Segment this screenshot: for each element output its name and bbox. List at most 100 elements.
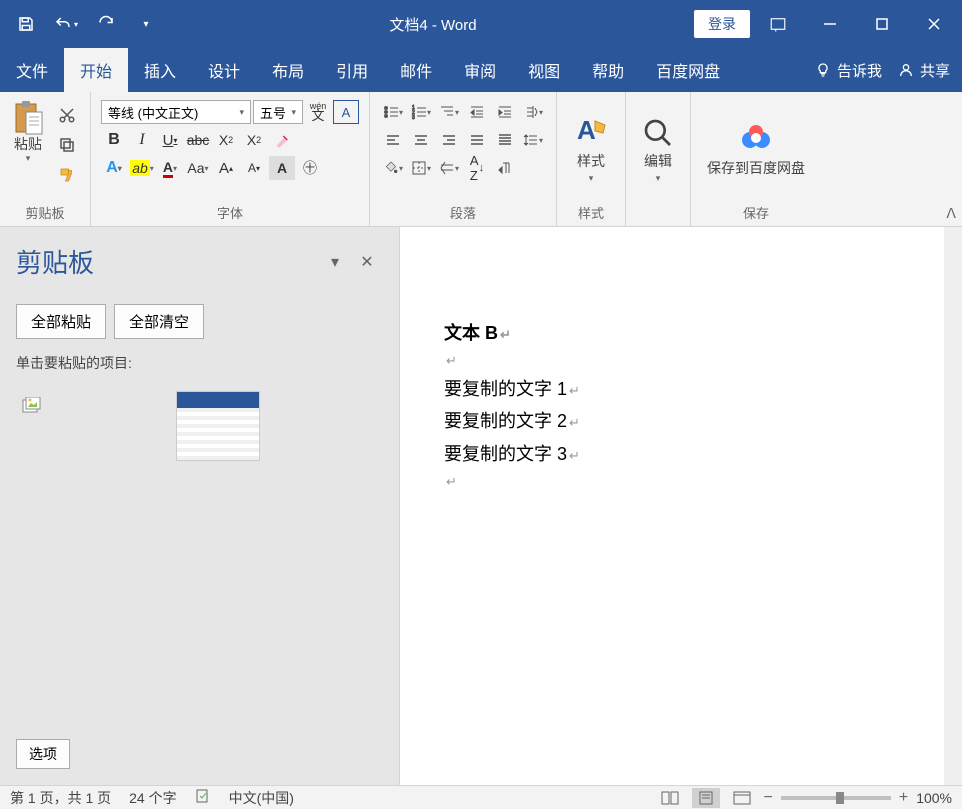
phonetic-guide-icon[interactable]: wén文 [305,100,331,124]
clipboard-hint: 单击要粘贴的项目: [16,353,383,373]
char-border-icon[interactable]: A [333,100,359,124]
tab-review[interactable]: 审阅 [448,48,512,92]
tellme-button[interactable]: 告诉我 [815,60,882,81]
tab-help[interactable]: 帮助 [576,48,640,92]
enclose-char-icon[interactable]: ㊉ [297,156,323,180]
line-spacing-icon[interactable]: ▾ [520,128,546,152]
undo-icon[interactable]: ▾ [48,6,84,42]
increase-indent-icon[interactable] [492,100,518,124]
status-proofing-icon[interactable] [195,788,211,807]
close-icon[interactable] [910,6,958,42]
align-justify-icon[interactable] [464,128,490,152]
tab-file[interactable]: 文件 [0,48,64,92]
group-font: 等线 (中文正文)▾ 五号▾ wén文 A B I U ▾ abc X2 X2 … [91,92,370,226]
tab-baidu[interactable]: 百度网盘 [640,48,736,92]
clipboard-item[interactable] [16,385,383,467]
collapse-ribbon-icon[interactable]: ᐱ [946,205,956,222]
save-icon[interactable] [8,6,44,42]
vertical-scrollbar[interactable] [944,227,962,785]
page: 文本 B↵ ↵ 要复制的文字 1↵ 要复制的文字 2↵ 要复制的文字 3↵ ↵ [420,247,962,493]
tab-home[interactable]: 开始 [64,48,128,92]
save-baidu-button[interactable]: 保存到百度网盘 [697,96,815,201]
borders-icon[interactable]: ▾ [408,156,434,180]
view-web-icon[interactable] [728,788,756,808]
decrease-indent-icon[interactable] [464,100,490,124]
paste-button[interactable]: 粘贴 ▾ [6,96,50,201]
font-color-icon[interactable]: A ▾ [157,156,183,180]
tab-insert[interactable]: 插入 [128,48,192,92]
tab-mailings[interactable]: 邮件 [384,48,448,92]
align-distributed-icon[interactable] [492,128,518,152]
styles-button[interactable]: A 样式 ▾ [563,96,619,201]
person-icon [898,62,914,78]
document-content[interactable]: 文本 B↵ ↵ 要复制的文字 1↵ 要复制的文字 2↵ 要复制的文字 3↵ ↵ [420,247,962,493]
snap-to-grid-icon[interactable]: ▾ [436,156,462,180]
subscript-button[interactable]: X2 [213,128,239,152]
multilevel-list-icon[interactable]: ▾ [436,100,462,124]
asian-layout-icon[interactable]: ▾ [520,100,546,124]
status-page[interactable]: 第 1 页，共 1 页 [10,788,111,808]
share-button[interactable]: 共享 [898,60,950,81]
clear-formatting-icon[interactable] [269,128,295,152]
view-print-icon[interactable] [692,788,720,808]
shading-icon[interactable]: ▾ [380,156,406,180]
zoom-level[interactable]: 100% [916,790,952,806]
bullets-icon[interactable]: ▾ [380,100,406,124]
zoom-slider[interactable] [781,796,891,800]
minimize-icon[interactable] [806,6,854,42]
view-read-icon[interactable] [656,788,684,808]
picture-icon [22,397,42,417]
clipboard-options-button[interactable]: 选项 [16,739,70,769]
tab-layout[interactable]: 布局 [256,48,320,92]
document-area[interactable]: 文本 B↵ ↵ 要复制的文字 1↵ 要复制的文字 2↵ 要复制的文字 3↵ ↵ [400,227,962,785]
align-center-icon[interactable] [408,128,434,152]
tab-view[interactable]: 视图 [512,48,576,92]
panel-options-icon[interactable]: ▾ [319,246,351,278]
text-effects-icon[interactable]: A ▾ [101,156,127,180]
signin-button[interactable]: 登录 [694,10,750,38]
zoom-in-button[interactable]: + [899,789,908,807]
copy-icon[interactable] [54,132,80,158]
main-area: 剪贴板 ▾ ✕ 全部粘贴 全部清空 单击要粘贴的项目: 选项 文本 B↵ ↵ [0,227,962,785]
cut-icon[interactable] [54,102,80,128]
zoom-out-button[interactable]: − [764,789,773,807]
paste-all-button[interactable]: 全部粘贴 [16,304,106,339]
superscript-button[interactable]: X2 [241,128,267,152]
grow-font-icon[interactable]: A▴ [213,156,239,180]
clear-all-button[interactable]: 全部清空 [114,304,204,339]
app-name: Word [441,17,477,34]
redo-icon[interactable] [88,6,124,42]
align-right-icon[interactable] [436,128,462,152]
underline-button[interactable]: U ▾ [157,128,183,152]
doc-heading: 文本 B↵ [444,317,962,349]
baidu-cloud-icon [738,120,774,156]
highlight-icon[interactable]: ab ▾ [129,156,155,180]
status-language[interactable]: 中文(中国) [229,788,294,808]
strikethrough-button[interactable]: abc [185,128,211,152]
ribbon-display-icon[interactable] [754,6,802,42]
font-size-combo[interactable]: 五号▾ [253,100,303,124]
format-painter-icon[interactable] [54,162,80,188]
titlebar: ▾ ▾ 文档4 - Word 登录 [0,0,962,48]
editing-button[interactable]: 编辑 ▾ [632,96,684,205]
italic-button[interactable]: I [129,128,155,152]
show-paragraph-marks-icon[interactable] [492,156,518,180]
align-left-icon[interactable] [380,128,406,152]
numbering-icon[interactable]: 123▾ [408,100,434,124]
status-words[interactable]: 24 个字 [129,788,176,808]
char-shading-icon[interactable]: A [269,156,295,180]
doc-line: 要复制的文字 3↵ [444,438,962,470]
bold-button[interactable]: B [101,128,127,152]
qat-customize-icon[interactable]: ▾ [128,6,164,42]
change-case-icon[interactable]: Aa ▾ [185,156,211,180]
shrink-font-icon[interactable]: A▾ [241,156,267,180]
group-paragraph-label: 段落 [376,201,550,224]
group-clipboard-label: 剪贴板 [6,201,84,224]
tab-references[interactable]: 引用 [320,48,384,92]
sort-icon[interactable]: AZ↓ [464,156,490,180]
ribbon-tabs: 文件 开始 插入 设计 布局 引用 邮件 审阅 视图 帮助 百度网盘 告诉我 共… [0,48,962,92]
font-name-combo[interactable]: 等线 (中文正文)▾ [101,100,251,124]
tab-design[interactable]: 设计 [192,48,256,92]
maximize-icon[interactable] [858,6,906,42]
panel-close-icon[interactable]: ✕ [351,246,383,278]
